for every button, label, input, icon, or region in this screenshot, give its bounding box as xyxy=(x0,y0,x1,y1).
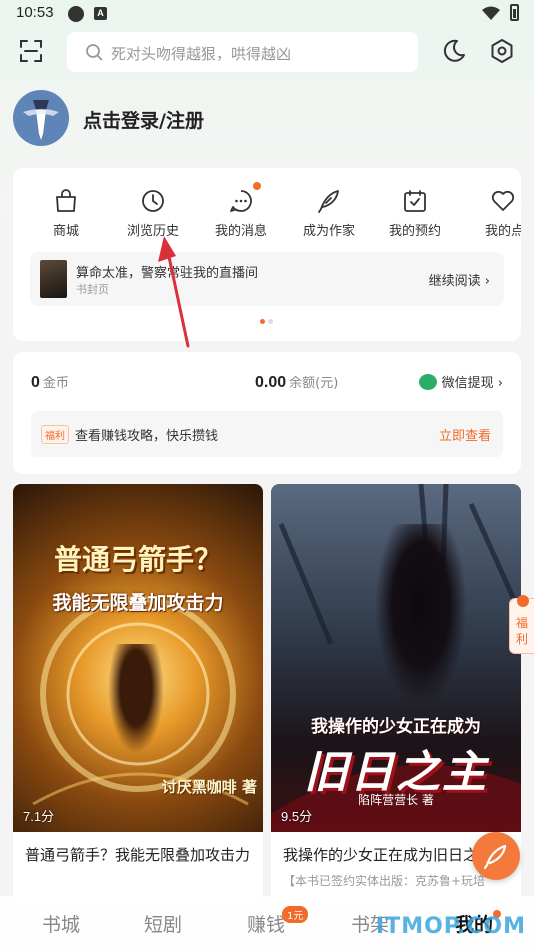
menu-item-shop[interactable]: 商城 xyxy=(26,188,106,248)
keyboard-notification-icon: A xyxy=(94,7,107,20)
menu-item-become-writer[interactable]: 成为作家 xyxy=(289,188,369,248)
book-cover[interactable]: 我操作的少女正在成为 旧日之主 陷阵营营长 著 9.5分 xyxy=(271,484,521,832)
wallet-card: 0 金币 0.00 余额(元) 微信提现 › 福利 查看赚钱攻略，快乐攒钱 立即查看 xyxy=(13,352,521,474)
status-time: 10:53 xyxy=(16,4,54,21)
menu-label: 成为作家 xyxy=(302,224,355,239)
menu-label: 浏览历史 xyxy=(126,224,179,239)
feather-pen-icon xyxy=(483,844,507,870)
page-dot xyxy=(268,319,273,324)
cover-author: 讨厌黑咖啡 著 xyxy=(161,778,257,796)
balance-value: 0.00 xyxy=(255,374,287,391)
tab-earn[interactable]: 赚钱 xyxy=(247,910,285,937)
continue-reading-bar[interactable]: 算命太准，警察常驻我的直播间 书封页 继续阅读 › xyxy=(30,252,504,306)
earn-guide-bar[interactable]: 福利 查看赚钱攻略，快乐攒钱 立即查看 xyxy=(31,411,503,457)
heart-icon xyxy=(491,190,515,211)
calendar-check-icon xyxy=(404,190,426,212)
cover-figure xyxy=(376,524,466,704)
quick-menu-row: 商城 浏览历史 我的消息 成为作家 我的预约 我的点 xyxy=(13,182,521,248)
top-bar: 死对头吻得越狠，哄得越凶 xyxy=(0,30,534,74)
menu-label: 我的预约 xyxy=(388,224,441,239)
earn-guide-text: 查看赚钱攻略，快乐攒钱 xyxy=(75,429,219,444)
login-register-link[interactable]: 点击登录/注册 xyxy=(83,106,204,133)
night-mode-icon[interactable] xyxy=(441,38,467,64)
menu-label: 我的消息 xyxy=(214,224,267,239)
cover-figure xyxy=(108,644,164,754)
book-card[interactable]: 普通弓箭手？ 我能无限叠加攻击力 讨厌黑咖啡 著 7.1分 普通弓箭手？我能无限… xyxy=(13,484,263,904)
watermark: ITMOP.COM xyxy=(376,914,526,939)
side-welfare-label: 福利 xyxy=(515,616,528,646)
balance-unit: 余额(元) xyxy=(289,376,339,391)
cash-balance[interactable]: 0.00 余额(元) xyxy=(255,372,338,392)
menu-item-reservations[interactable]: 我的预约 xyxy=(375,188,455,248)
wechat-withdraw-button[interactable]: 微信提现 › xyxy=(418,372,503,391)
tab-bookstore[interactable]: 书城 xyxy=(42,910,80,937)
menu-item-history[interactable]: 浏览历史 xyxy=(113,188,193,248)
clock-icon xyxy=(142,190,164,212)
unread-dot xyxy=(253,182,261,190)
scan-icon[interactable] xyxy=(18,38,44,64)
profile-login[interactable]: 点击登录/注册 xyxy=(13,90,313,146)
search-icon xyxy=(86,44,103,61)
cover-title-line1: 普通弓箭手？ xyxy=(53,543,222,576)
message-icon xyxy=(230,190,252,212)
coins-balance[interactable]: 0 金币 xyxy=(31,372,69,392)
wechat-icon xyxy=(418,374,437,390)
book-score: 9.5分 xyxy=(281,809,313,824)
welfare-tag: 福利 xyxy=(41,425,69,444)
default-avatar-icon xyxy=(23,100,59,140)
book-cover[interactable]: 普通弓箭手？ 我能无限叠加攻击力 讨厌黑咖啡 著 7.1分 xyxy=(13,484,263,832)
search-placeholder: 死对头吻得越狠，哄得越凶 xyxy=(111,45,292,63)
book-thumbnail xyxy=(40,260,67,298)
withdraw-label: 微信提现 › xyxy=(441,376,503,391)
reading-book-title: 算命太准，警察常驻我的直播间 xyxy=(76,266,259,281)
coins-unit: 金币 xyxy=(42,376,69,391)
menu-label: 商城 xyxy=(52,224,79,239)
continue-reading-button[interactable]: 继续阅读 › xyxy=(429,270,490,289)
menu-item-my-likes[interactable]: 我的点 xyxy=(463,188,521,248)
earn-badge: 1元 xyxy=(282,906,309,923)
cover-title-line1: 我操作的少女正在成为 xyxy=(311,717,481,737)
menu-label: 我的点 xyxy=(485,224,521,239)
quick-menu-card: 商城 浏览历史 我的消息 成为作家 我的预约 我的点 算命太准，警察常驻我的直播… xyxy=(13,168,521,341)
view-now-link[interactable]: 立即查看 xyxy=(439,425,491,444)
status-bar: 10:53 A xyxy=(0,0,534,28)
welfare-badge xyxy=(517,595,529,607)
search-input[interactable]: 死对头吻得越狠，哄得越凶 xyxy=(67,32,418,72)
menu-item-messages[interactable]: 我的消息 xyxy=(201,182,281,248)
cover-title-line2: 我能无限叠加攻击力 xyxy=(52,592,224,614)
side-welfare-button[interactable]: 福利 xyxy=(509,595,534,654)
book-score: 7.1分 xyxy=(23,809,55,824)
wifi-icon xyxy=(482,6,500,20)
app-notification-icon xyxy=(68,6,84,22)
reading-book-subtitle: 书封页 xyxy=(76,283,109,296)
page-dot-active xyxy=(260,319,265,324)
page-indicator xyxy=(260,319,274,324)
battery-icon xyxy=(510,4,519,21)
tab-short-drama[interactable]: 短剧 xyxy=(144,910,182,937)
settings-gear-icon[interactable] xyxy=(489,38,515,64)
avatar[interactable] xyxy=(13,90,69,146)
book-title[interactable]: 普通弓箭手？我能无限叠加攻击力 xyxy=(25,844,251,866)
coins-value: 0 xyxy=(31,374,40,391)
feather-pen-icon xyxy=(318,190,339,213)
write-fab-button[interactable] xyxy=(472,832,520,880)
shopping-bag-icon xyxy=(56,189,76,212)
